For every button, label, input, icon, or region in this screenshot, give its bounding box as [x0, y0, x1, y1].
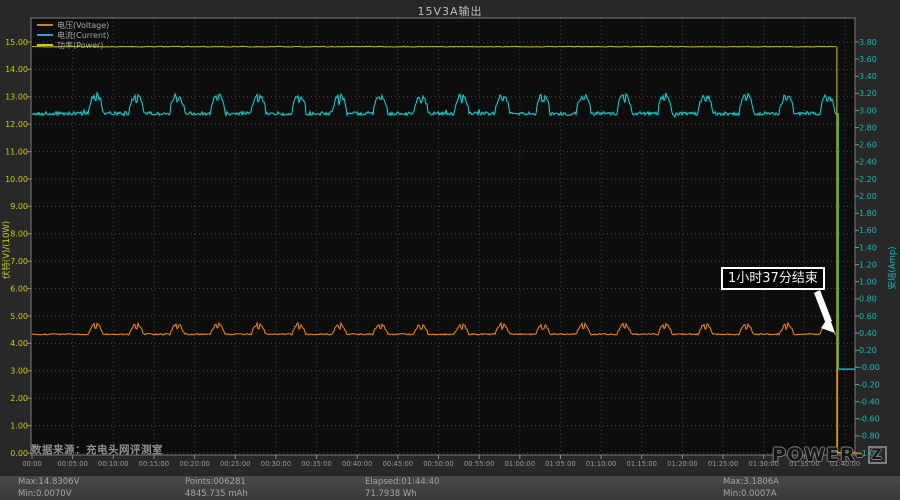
right-axis-tick-label: 2.80	[859, 123, 877, 132]
x-axis-tick-label: 01:05:00	[545, 460, 576, 468]
status-energy: 71.7938 Wh	[365, 488, 417, 499]
chart-plot[interactable]: 15.00 14.00 13.00 12.00 11.00 10.00 9.00 8.00 7.…	[0, 0, 900, 500]
right-axis-tick-label: 1.80	[859, 209, 877, 218]
right-axis-tick-label: 3.40	[859, 72, 877, 81]
left-axis-tick-label: 12.00	[5, 120, 28, 129]
status-capacity: 4845.735 mAh	[185, 488, 248, 499]
right-axis-tick-label: 3.00	[859, 106, 877, 115]
status-voltage-min: Min:0.0070V	[18, 488, 72, 499]
plot-background	[31, 18, 855, 455]
power-line-swatch	[37, 44, 53, 46]
end-annotation: 1小时37分结束	[721, 267, 825, 290]
status-current-min: Min:0.0007A	[723, 488, 777, 499]
legend-item-voltage[interactable]: 电压(Voltage)	[37, 20, 109, 30]
left-axis-tick-label: 15.00	[5, 38, 28, 47]
x-axis-tick-label: 00:05:00	[57, 460, 88, 468]
left-axis-tick-label: 2.00	[10, 394, 28, 403]
left-axis-tick-label: 1.00	[10, 421, 28, 430]
right-axis-tick-label: 1.40	[859, 243, 877, 252]
status-voltage: Max:14.8306V Min:0.0070V	[18, 477, 79, 500]
powerz-chart-window: 15V3A输出 15.00 14.00 13.00 12.00 11.00 10.00 9.…	[0, 0, 900, 500]
right-axis-tick-label: -0.00	[859, 363, 880, 372]
voltage-line-swatch	[37, 24, 53, 26]
left-axis-tick-label: 6.00	[10, 284, 28, 293]
left-axis-tick-label: 4.00	[10, 339, 28, 348]
x-axis-tick-label: 00:40:00	[342, 460, 373, 468]
right-axis-tick-label: 3.80	[859, 38, 877, 47]
left-axis-title: 伏特(V)/(10W)	[2, 220, 12, 280]
left-axis-tick-label: 10.00	[5, 175, 28, 184]
powerz-logo-text: POWER-	[772, 444, 865, 466]
status-current: Max:3.1806A Min:0.0007A	[723, 477, 779, 500]
x-axis-tick-label: 00:15:00	[139, 460, 170, 468]
right-axis-tick-label: 1.00	[859, 278, 877, 287]
right-axis-tick-label: 3.60	[859, 55, 877, 64]
right-axis-tick-label: 3.20	[859, 89, 877, 98]
left-axis-tick-label: 5.00	[10, 312, 28, 321]
right-axis-tick-label: -0.40	[859, 397, 880, 406]
x-axis-tick-label: 00:20:00	[179, 460, 210, 468]
left-axis-tick-label: 9.00	[10, 202, 28, 211]
right-axis-tick-label: 1.20	[859, 260, 877, 269]
legend: 电压(Voltage) 电流(Current) 功率(Power)	[37, 20, 109, 50]
x-axis-tick-label: 01:15:00	[626, 460, 657, 468]
left-axis-tick-label: 3.00	[10, 367, 28, 376]
legend-item-current[interactable]: 电流(Current)	[37, 30, 109, 40]
status-points: Points:006281	[185, 477, 246, 487]
x-axis-tick-label: 00:10:00	[98, 460, 129, 468]
status-current-max: Max:3.1806A	[723, 477, 779, 487]
right-axis-tick-label: -0.80	[859, 432, 880, 441]
left-axis-tick-label: 11.00	[5, 147, 28, 156]
left-axis-tick-label: 7.00	[10, 257, 28, 266]
right-axis-tick-label: 2.00	[859, 192, 877, 201]
powerz-logo: POWER- Z	[772, 444, 887, 466]
left-axis-tick-label: 8.00	[10, 230, 28, 239]
powerz-logo-z-icon: Z	[867, 446, 887, 464]
right-axis-tick-label: 2.20	[859, 175, 877, 184]
left-axis-tick-label: 0.00	[10, 449, 28, 458]
x-axis-tick-label: 01:25:00	[708, 460, 739, 468]
right-axis-tick-label: 0.20	[859, 346, 877, 355]
x-axis-tick-label: 00:45:00	[383, 460, 414, 468]
x-axis-tick-label: 01:00:00	[505, 460, 536, 468]
left-axis-tick-label: 13.00	[5, 93, 28, 102]
legend-label-power: 功率(Power)	[57, 40, 104, 50]
status-elapsed-energy: Elapsed:01:44:40 71.7938 Wh	[365, 477, 439, 500]
legend-item-power[interactable]: 功率(Power)	[37, 40, 109, 50]
left-axis-tick-label: 14.00	[5, 65, 28, 74]
right-axis-tick-label: 0.60	[859, 312, 877, 321]
status-bar: Max:14.8306V Min:0.0070V Points:006281 4…	[0, 475, 900, 500]
status-voltage-max: Max:14.8306V	[18, 477, 80, 487]
right-axis-tick-label: -0.60	[859, 415, 880, 424]
status-elapsed: Elapsed:01:44:40	[365, 477, 440, 487]
x-axis-tick-label: 00:25:00	[220, 460, 251, 468]
x-axis-tick-label: 01:20:00	[667, 460, 698, 468]
x-axis-tick-label: 00:50:00	[423, 460, 454, 468]
current-line-swatch	[37, 34, 53, 36]
right-axis-title: 安培(Amp)	[888, 246, 898, 290]
right-axis-tick-label: 2.40	[859, 158, 877, 167]
x-axis-tick-label: 00:30:00	[261, 460, 292, 468]
data-source-watermark: 数据来源：充电头网评测室	[31, 444, 163, 456]
x-axis-tick-label: 00:35:00	[301, 460, 332, 468]
right-axis-tick-label: 1.60	[859, 226, 877, 235]
right-axis-tick-label: 0.80	[859, 295, 877, 304]
right-axis-tick-label: 0.40	[859, 329, 877, 338]
x-axis-tick-label: 01:10:00	[586, 460, 617, 468]
right-axis-tick-label: -0.20	[859, 380, 880, 389]
x-axis-tick-label: 00:00	[22, 460, 42, 468]
right-axis-tick-label: 2.60	[859, 141, 877, 150]
voltage-trace	[31, 45, 836, 48]
status-points-capacity: Points:006281 4845.735 mAh	[185, 477, 248, 500]
x-axis-tick-label: 00:55:00	[464, 460, 495, 468]
